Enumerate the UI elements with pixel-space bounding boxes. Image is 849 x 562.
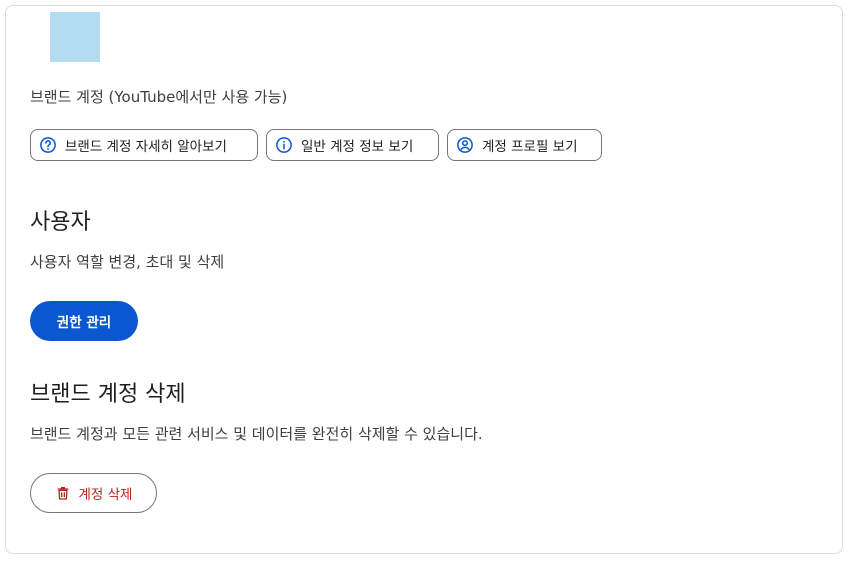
manage-permissions-button[interactable]: 권한 관리 <box>30 301 138 341</box>
brand-account-note: 브랜드 계정 (YouTube에서만 사용 가능) <box>30 88 288 106</box>
account-circle-icon <box>456 136 474 154</box>
top-strip <box>22 0 278 4</box>
learn-more-label: 브랜드 계정 자세히 알아보기 <box>65 139 227 155</box>
delete-account-button[interactable]: 계정 삭제 <box>30 473 157 513</box>
delete-section-description: 브랜드 계정과 모든 관련 서비스 및 데이터를 완전히 삭제할 수 있습니다. <box>30 425 483 443</box>
trash-icon <box>55 485 71 501</box>
help-circle-icon <box>39 136 57 154</box>
users-section-title: 사용자 <box>30 210 91 235</box>
brand-avatar <box>50 12 100 62</box>
account-profile-chip[interactable]: 계정 프로필 보기 <box>447 129 602 161</box>
general-account-info-label: 일반 계정 정보 보기 <box>301 139 414 155</box>
info-icon <box>275 136 293 154</box>
delete-section-title: 브랜드 계정 삭제 <box>30 382 186 407</box>
account-profile-label: 계정 프로필 보기 <box>482 139 578 155</box>
general-account-info-chip[interactable]: 일반 계정 정보 보기 <box>266 129 439 161</box>
users-section-description: 사용자 역할 변경, 초대 및 삭제 <box>30 253 225 271</box>
delete-account-label: 계정 삭제 <box>78 487 133 503</box>
learn-more-chip[interactable]: 브랜드 계정 자세히 알아보기 <box>30 129 258 161</box>
